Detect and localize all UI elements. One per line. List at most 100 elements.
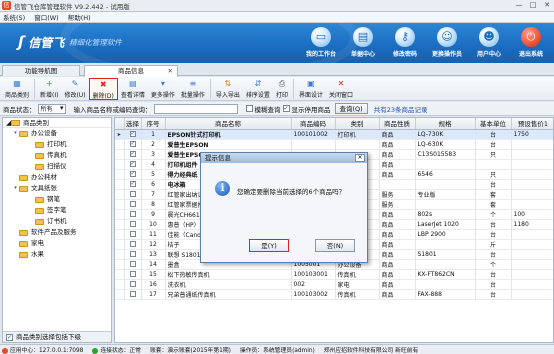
import-export-button[interactable]: ⇅ 导入导出 (213, 78, 243, 100)
tree-node[interactable]: 打印机 (3, 139, 111, 150)
cell-type: 商品 (379, 129, 416, 140)
expand-toggle-icon[interactable]: ▾ (12, 128, 19, 139)
confirm-no-button[interactable]: 否(N) (315, 239, 355, 252)
menu-window[interactable]: 窗口(W) (34, 12, 59, 22)
tree-node[interactable]: 传真机 (3, 150, 111, 161)
view-details-button[interactable]: ▤ 查看详情 (118, 78, 148, 100)
table-row[interactable]: 17 兄弟普通纸传真机 100103002 传真机 商品 FAX-888 台 (115, 289, 553, 300)
menu-help[interactable]: 帮助(H) (68, 12, 91, 22)
confirm-yes-button[interactable]: 是(Y) (249, 239, 289, 252)
table-row[interactable]: ▸ ✓ 1 EPSON针式打印机 100101002 打印机 商品 LQ-730K 台 1750 (115, 129, 553, 140)
tree-node[interactable]: ▾ 办公设备 (3, 128, 111, 139)
cell-unit: 台 (475, 249, 512, 260)
maximize-button[interactable]: □ (526, 0, 540, 11)
row-checkbox[interactable] (129, 191, 136, 197)
row-checkbox[interactable]: ✓ (129, 161, 136, 167)
key-icon: ⚷ (395, 27, 415, 47)
row-checkbox[interactable] (129, 271, 136, 277)
col-header-type[interactable]: 商品性质 (379, 118, 416, 130)
row-checkbox[interactable] (129, 211, 136, 217)
cell-no: 5 (141, 169, 166, 180)
tree-node[interactable]: 钢笔 (3, 194, 111, 205)
status-operator: 操作员：系统管理员(admin) (239, 348, 315, 354)
row-indicator (115, 199, 125, 210)
close-button[interactable]: ✕ (540, 0, 554, 11)
nav-document-center[interactable]: ▤ 单据中心 (344, 25, 382, 58)
fuzzy-query-checkbox[interactable] (245, 105, 253, 112)
tab-close-icon[interactable]: ✕ (168, 66, 173, 76)
table-row[interactable]: 15 松下热敏传真机 100103001 传真机 商品 KX-FT862CN 台 (115, 269, 553, 280)
menu-system[interactable]: 系统(S) (3, 12, 25, 22)
tree-node[interactable]: 签字笔 (3, 205, 111, 216)
row-checkbox[interactable] (129, 251, 136, 257)
nav-switch-operator[interactable]: ☺ 更换操作员 (428, 25, 466, 58)
row-checkbox[interactable] (129, 241, 136, 247)
cell-spec (415, 179, 476, 190)
row-checkbox[interactable] (129, 221, 136, 227)
layout-design-button[interactable]: ▣ 界面设计 (296, 78, 326, 100)
sort-settings-button[interactable]: ⇵ 排序设置 (243, 78, 273, 100)
nav-exit-system[interactable]: ⏻ 退出系统 (512, 25, 550, 58)
tab-strip: 功能导航图 商品信息 ✕ (0, 63, 554, 77)
nav-user-center[interactable]: ☻ 用户中心 (470, 25, 508, 58)
category-button[interactable]: ▦ 商品类别 (2, 78, 32, 100)
connection-icon (92, 347, 99, 354)
tree-node[interactable]: 家电 (3, 238, 111, 249)
row-indicator (115, 159, 125, 170)
col-header-select[interactable]: 选择 (124, 118, 142, 130)
search-input[interactable] (153, 103, 238, 114)
edit-button[interactable]: ✎ 修改(U) (61, 78, 88, 100)
minimize-button[interactable]: — (512, 0, 526, 11)
batch-actions-button-label: 批量操作 (180, 92, 205, 99)
show-disabled-checkbox[interactable]: ✓ (282, 105, 290, 112)
tab-product-info[interactable]: 商品信息 ✕ (84, 65, 178, 77)
tree-root[interactable]: ◢ 商品类别 (3, 118, 111, 128)
row-checkbox[interactable] (129, 201, 136, 207)
row-checkbox[interactable] (129, 281, 136, 287)
close-window-button[interactable]: ✕ 关闭窗口 (326, 78, 356, 100)
tree-node[interactable]: 扫描仪 (3, 161, 111, 172)
row-checkbox[interactable]: ✓ (129, 131, 136, 137)
row-checkbox[interactable] (129, 291, 136, 297)
row-checkbox[interactable]: ✓ (129, 171, 136, 177)
row-select-cell (124, 209, 142, 220)
status-filter-label: 商品状态： (3, 105, 36, 114)
row-checkbox[interactable] (129, 231, 136, 237)
include-sub-checkbox[interactable]: ✓ (6, 333, 13, 341)
row-checkbox[interactable] (129, 261, 136, 267)
col-header-unit[interactable]: 基本单位 (475, 118, 512, 130)
table-row[interactable]: ✓ 2 爱普生EPSON 商品 LQ-630K 台 (115, 139, 553, 150)
add-button[interactable]: + 新增(I) (37, 78, 61, 100)
tab-function-nav[interactable]: 功能导航图 (2, 65, 80, 76)
delete-button[interactable]: ✖ 删除(D) (88, 78, 118, 100)
tree-node[interactable]: 办公耗材 (3, 172, 111, 183)
nav-workbench[interactable]: ▭ 我的工作台 (302, 25, 340, 58)
tree-node[interactable]: 水果 (3, 249, 111, 260)
query-button[interactable]: 查询(Q) (334, 103, 368, 114)
col-header-category[interactable]: 类别 (335, 118, 380, 130)
print-button[interactable]: ⎙ 打印 (273, 78, 291, 100)
cell-no: 4 (141, 159, 166, 170)
nav-change-password[interactable]: ⚷ 修改密码 (386, 25, 424, 58)
dialog-close-button[interactable]: ✕ (355, 154, 365, 162)
brand-slogan: 精细化管理软件 (69, 37, 122, 47)
show-disabled-label: 显示停用商品 (291, 105, 331, 114)
col-header-name[interactable]: 商品名称 (165, 118, 292, 130)
tree-node[interactable]: ▾ 文具纸张 (3, 183, 111, 194)
batch-actions-button[interactable]: ≡ 批量操作 (178, 78, 208, 100)
expand-toggle-icon[interactable]: ▾ (12, 183, 19, 194)
row-checkbox[interactable]: ✓ (129, 151, 136, 157)
row-checkbox[interactable]: ✓ (129, 181, 136, 187)
tree-node[interactable]: 订书机 (3, 216, 111, 227)
table-row[interactable]: 16 洗衣机 002 家电 商品 台 (115, 279, 553, 290)
row-checkbox[interactable]: ✓ (129, 141, 136, 147)
tree-node[interactable]: 软件产品及服务 (3, 227, 111, 238)
cell-type: 商品 (379, 169, 416, 180)
col-header-code[interactable]: 商品编码 (291, 118, 336, 130)
cell-spec (415, 259, 476, 270)
status-select[interactable]: 所有 (37, 103, 66, 114)
col-header-spec[interactable]: 规格 (415, 118, 476, 130)
more-actions-button[interactable]: ▾ 更多操作 (148, 78, 178, 100)
col-header-no[interactable]: 序号 (141, 118, 166, 130)
col-header-price[interactable]: 预设售价1 (511, 118, 553, 130)
